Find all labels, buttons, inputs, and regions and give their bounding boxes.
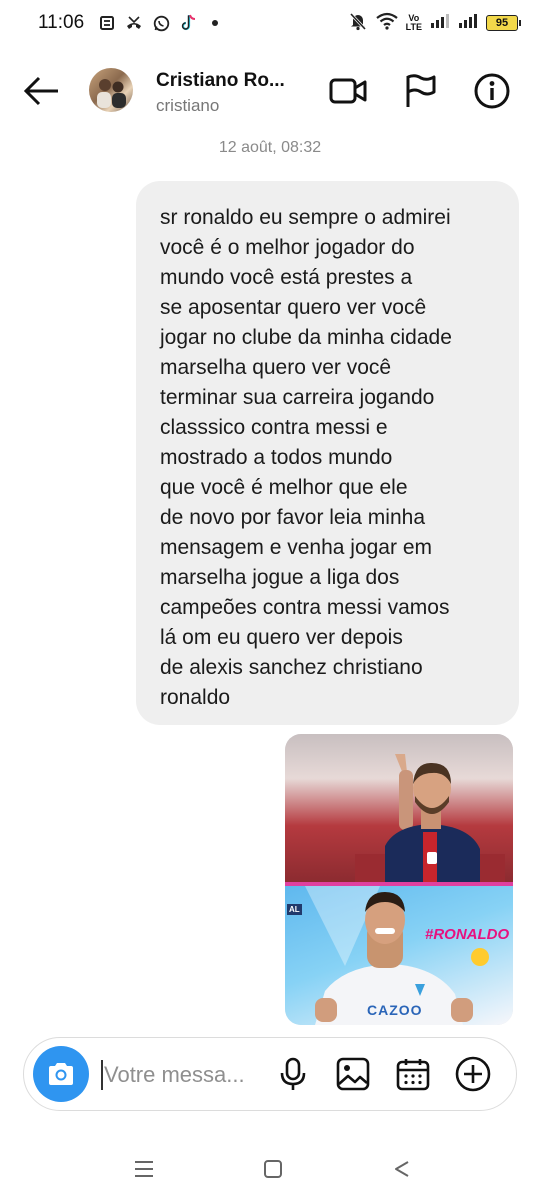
back-triangle-icon: [395, 1161, 409, 1177]
recent-apps-button[interactable]: [129, 1154, 159, 1184]
status-bar: 11:06 Vo LTE 95: [0, 0, 540, 46]
camera-icon: [49, 1063, 73, 1085]
info-icon: [474, 73, 510, 109]
message-line: ronaldo: [160, 686, 231, 709]
info-button[interactable]: [473, 72, 511, 110]
back-button[interactable]: [22, 74, 62, 108]
message-input[interactable]: [104, 1056, 254, 1094]
dot-icon: [206, 14, 224, 32]
message-line: jogar no clube da minha cidade: [160, 326, 452, 349]
message-line: mundo você está prestes a: [160, 266, 413, 289]
message-line: mostrado a todos mundo: [160, 446, 393, 469]
menu-icon: [135, 1161, 153, 1177]
contact-handle[interactable]: cristiano: [156, 96, 219, 116]
missed-call-icon: [125, 14, 143, 32]
message-line: mensagem e venha jogar em: [160, 536, 432, 559]
signal-icon-2: [458, 13, 478, 34]
message-line: lá om eu quero ver depois: [160, 626, 403, 649]
system-back-button[interactable]: [387, 1154, 417, 1184]
home-square-icon: [264, 1160, 282, 1178]
system-navigation-bar: [0, 1140, 540, 1200]
message-line: classsico contra messi e: [160, 416, 388, 439]
message-line: que você é melhor que ele: [160, 476, 408, 499]
avatar[interactable]: [89, 68, 133, 112]
volte-indicator: Vo LTE: [406, 14, 422, 32]
home-button[interactable]: [258, 1154, 288, 1184]
microphone-icon: [280, 1057, 306, 1090]
video-call-button[interactable]: [329, 72, 367, 110]
image-message[interactable]: AL #RONALDO CAZOO: [285, 734, 513, 1025]
message-line: terminar sua carreira jogando: [160, 386, 435, 409]
wifi-icon: [375, 12, 398, 35]
tiktok-icon: [179, 14, 197, 32]
message-line: você é o melhor jogador do: [160, 236, 415, 259]
laughing-emoji-icon: [471, 948, 489, 966]
notification-icons: [98, 14, 224, 32]
status-time: 11:06: [38, 12, 85, 33]
more-options-button[interactable]: [455, 1056, 491, 1092]
plus-circle-icon: [455, 1056, 491, 1092]
contact-name[interactable]: Cristiano Ro...: [156, 70, 285, 92]
video-camera-icon: [329, 78, 367, 104]
sticker-button[interactable]: [395, 1056, 431, 1092]
news-icon: [98, 14, 116, 32]
image-side-label: AL: [287, 904, 302, 915]
calendar-icon: [396, 1059, 430, 1091]
message-line: se aposentar quero ver você: [160, 296, 427, 319]
volte-bottom: LTE: [405, 22, 422, 32]
gallery-button[interactable]: [335, 1056, 371, 1092]
image-hashtag: #RONALDO: [425, 926, 510, 943]
image-sponsor-text: CAZOO: [367, 1002, 423, 1018]
signal-icon-1: [430, 13, 450, 34]
message-line: sr ronaldo eu sempre o admirei: [160, 206, 451, 229]
back-arrow-icon: [23, 76, 58, 106]
gallery-icon: [336, 1057, 370, 1091]
mute-bell-icon: [348, 11, 368, 36]
battery-indicator: 95: [486, 15, 521, 31]
text-caret: [101, 1060, 103, 1090]
message-line: campeões contra messi vamos: [160, 596, 450, 619]
report-button[interactable]: [401, 72, 439, 110]
whatsapp-icon: [152, 14, 170, 32]
message-composer: [23, 1037, 517, 1111]
photo-player-waving: [285, 734, 513, 882]
voice-message-button[interactable]: [275, 1056, 311, 1092]
message-line: marselha quero ver você: [160, 356, 392, 379]
system-status-icons: Vo LTE 95: [348, 11, 521, 36]
message-line: de novo por favor leia minha: [160, 506, 425, 529]
message-bubble[interactable]: sr ronaldo eu sempre o admirei você é o …: [136, 181, 519, 725]
camera-button[interactable]: [33, 1046, 89, 1102]
message-line: marselha jogue a liga dos: [160, 566, 400, 589]
flag-icon: [406, 74, 436, 107]
photo-player-jersey: AL #RONALDO CAZOO: [285, 886, 513, 1025]
message-timestamp: 12 août, 08:32: [218, 139, 322, 156]
message-line: de alexis sanchez christiano: [160, 656, 423, 679]
chat-header: Cristiano Ro... cristiano: [0, 56, 540, 126]
